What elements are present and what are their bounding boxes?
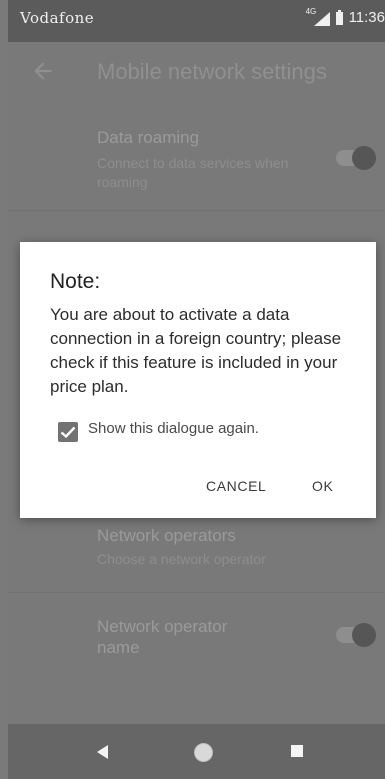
- network-operator-name-title: Network operator name: [97, 617, 228, 657]
- signal-icon: 4G: [306, 7, 330, 26]
- cancel-button[interactable]: CANCEL: [206, 478, 266, 494]
- network-operators-row[interactable]: Network operators Choose a network opera…: [8, 508, 385, 592]
- battery-icon: [335, 10, 343, 25]
- nav-recents-icon[interactable]: [291, 745, 303, 757]
- show-again-checkbox[interactable]: [58, 422, 78, 442]
- show-again-label: Show this dialogue again.: [88, 420, 259, 437]
- ok-button[interactable]: OK: [312, 478, 333, 494]
- navigation-bar: [8, 724, 385, 779]
- dialog-title: Note:: [50, 270, 101, 293]
- app-bar: Mobile network settings: [8, 42, 385, 100]
- network-operator-name-row[interactable]: Network operator name: [8, 593, 385, 697]
- carrier-name: Vodafone: [20, 9, 95, 27]
- toggle-knob: [352, 623, 376, 647]
- back-arrow-icon[interactable]: [30, 58, 56, 84]
- nav-home-icon[interactable]: [194, 743, 213, 762]
- data-roaming-toggle[interactable]: [336, 146, 376, 170]
- network-operators-title: Network operators: [97, 526, 236, 545]
- clock: 11:36: [348, 9, 385, 26]
- status-indicators: 4G 11:36: [306, 7, 385, 27]
- roaming-note-dialog: Note: You are about to activate a data c…: [20, 242, 376, 518]
- page-title: Mobile network settings: [97, 59, 327, 84]
- checkmark-icon: [60, 426, 76, 439]
- nav-back-icon[interactable]: [97, 745, 108, 759]
- signal-strength-icon: [313, 11, 330, 26]
- status-bar: Vodafone 4G 11:36: [8, 0, 385, 42]
- divider: [8, 210, 385, 211]
- network-operators-subtitle: Choose a network operator: [97, 551, 266, 567]
- data-roaming-title: Data roaming: [97, 128, 200, 147]
- toggle-knob: [352, 146, 376, 170]
- network-operator-name-toggle[interactable]: [336, 623, 376, 647]
- data-roaming-subtitle: Connect to data services when roaming: [97, 155, 289, 190]
- dialog-message: You are about to activate a data connect…: [50, 305, 342, 396]
- data-roaming-row[interactable]: Data roaming Connect to data services wh…: [8, 100, 385, 210]
